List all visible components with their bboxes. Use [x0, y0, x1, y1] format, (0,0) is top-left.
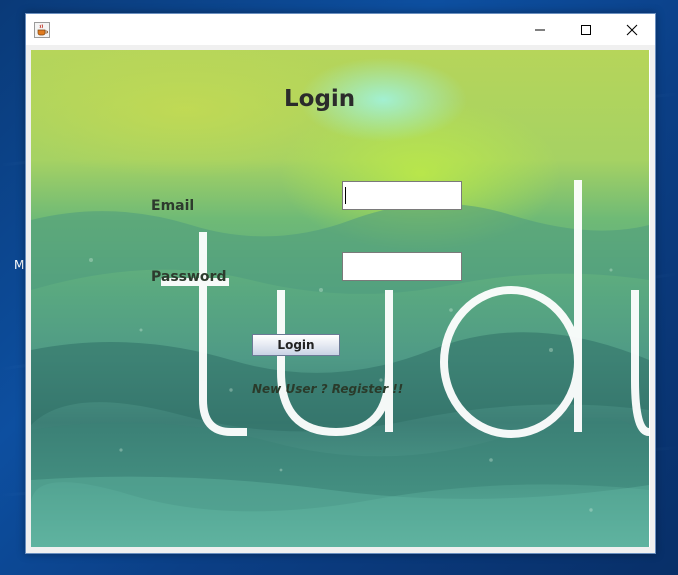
title-bar[interactable] — [26, 14, 655, 45]
email-label: Email — [151, 198, 195, 214]
password-label: Password — [151, 269, 227, 285]
java-cup-icon[interactable] — [34, 22, 50, 38]
desktop-icon-label: M — [14, 258, 25, 272]
login-panel: Login Email Password Login New User ? Re… — [31, 50, 649, 547]
maximize-icon — [581, 24, 591, 35]
register-link[interactable]: New User ? Register !! — [252, 382, 403, 396]
background-image — [31, 180, 649, 547]
password-field[interactable] — [342, 252, 462, 281]
login-button[interactable]: Login — [252, 334, 340, 356]
email-field[interactable] — [342, 181, 462, 210]
close-icon — [626, 24, 638, 35]
close-button[interactable] — [609, 14, 655, 45]
maximize-button[interactable] — [563, 14, 609, 45]
page-title: Login — [284, 86, 356, 112]
minimize-button[interactable] — [517, 14, 563, 45]
login-window: Login Email Password Login New User ? Re… — [25, 13, 656, 554]
window-frame — [650, 50, 655, 547]
window-frame — [26, 547, 655, 553]
minimize-icon — [535, 29, 545, 30]
text-cursor — [345, 187, 346, 204]
